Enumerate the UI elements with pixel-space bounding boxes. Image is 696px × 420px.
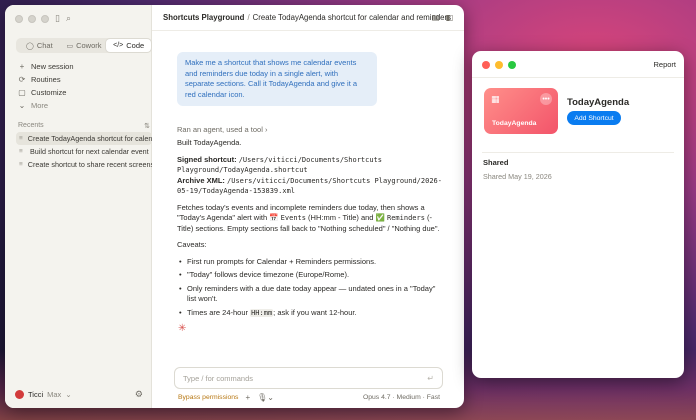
- chevron-down-icon: ⌄: [65, 390, 72, 399]
- mode-code[interactable]: </> Code: [106, 39, 152, 52]
- shortcut-window: Report ▦ ••• TodayAgenda TodayAgenda Add…: [472, 51, 684, 378]
- session-icon: ≡: [19, 161, 23, 168]
- code-icon: </>: [113, 42, 124, 49]
- tool-summary[interactable]: Ran an agent, used a tool ›: [177, 125, 268, 134]
- zoom-window-button[interactable]: [508, 61, 516, 69]
- calendar-icon: ▦: [491, 94, 500, 104]
- send-icon[interactable]: ↵: [427, 374, 434, 383]
- close-window-button[interactable]: [482, 61, 490, 69]
- divider: [482, 152, 674, 153]
- document-icon[interactable]: ▤: [432, 13, 440, 22]
- cowork-icon: ▭: [66, 42, 74, 50]
- shared-date: Shared May 19, 2026: [483, 172, 552, 181]
- breadcrumb-separator: /: [247, 13, 250, 22]
- description: Fetches today's events and incomplete re…: [177, 202, 440, 233]
- titlebar: Shortcuts Playground / Create TodayAgend…: [152, 5, 464, 31]
- divider: [472, 77, 684, 78]
- chevron-down-icon: ⌄: [18, 101, 26, 110]
- composer-input[interactable]: Type / for commands ↵: [174, 367, 443, 389]
- new-session-button[interactable]: + New session: [16, 60, 146, 73]
- sidebar-toggle-icon[interactable]: ▯: [55, 13, 60, 24]
- model-selector[interactable]: Opus 4.7 · Medium · Fast: [363, 394, 440, 401]
- minimize-window-button[interactable]: [495, 61, 503, 69]
- list-item: Only reminders with a due date today app…: [177, 284, 445, 305]
- add-shortcut-button[interactable]: Add Shortcut: [567, 111, 621, 125]
- caveats-label: Caveats:: [177, 240, 207, 249]
- calendar-emoji-icon: 📅: [269, 213, 279, 222]
- main-window: ▯ ⌕ ◯ Chat ▭ Cowork </> Code + New sessi…: [5, 5, 464, 408]
- minimize-window-button[interactable]: [28, 15, 36, 23]
- recent-session[interactable]: ≡ Create shortcut to share recent screen…: [16, 158, 152, 171]
- sidebar-footer: Ticci Max ⌄ ⚙: [15, 389, 143, 400]
- microphone-icon[interactable]: 🎙︎⌄: [257, 393, 274, 402]
- chat-content: Shortcuts Playground / Create TodayAgend…: [152, 5, 464, 408]
- customize-icon: ▢: [18, 88, 26, 97]
- caveats-list: First run prompts for Calendar + Reminde…: [177, 257, 445, 319]
- sidebar: ▯ ⌕ ◯ Chat ▭ Cowork </> Code + New sessi…: [5, 5, 152, 408]
- avatar: [15, 390, 24, 399]
- assistant-response: Built TodayAgenda. Signed shortcut: /Use…: [177, 138, 445, 324]
- panel-icon[interactable]: ◧: [445, 13, 453, 22]
- routines-icon: ⟳: [18, 75, 26, 84]
- chat-bubble-icon: ◯: [25, 42, 34, 50]
- customize-button[interactable]: ▢ Customize: [16, 86, 146, 99]
- built-line: Built TodayAgenda.: [177, 138, 242, 147]
- plus-icon[interactable]: +: [245, 393, 250, 402]
- recent-session[interactable]: ≡ Build shortcut for next calendar event: [16, 145, 152, 158]
- composer-toolbar: Bypass permissions + 🎙︎⌄ Opus 4.7 · Medi…: [178, 393, 440, 402]
- search-icon[interactable]: ⌕: [66, 13, 71, 24]
- recents-header: Recents ⇅: [18, 122, 150, 130]
- zoom-window-button[interactable]: [41, 15, 49, 23]
- close-window-button[interactable]: [15, 15, 23, 23]
- paths-block: Signed shortcut: /Users/viticci/Document…: [177, 154, 442, 196]
- titlebar-icons: ▤ ◧: [432, 13, 453, 22]
- session-icon: ≡: [19, 148, 23, 155]
- list-item: Times are 24-hour HH:mm; ask if you want…: [177, 308, 445, 319]
- sidebar-nav: + New session ⟳ Routines ▢ Customize ⌄ M…: [16, 60, 146, 112]
- breadcrumb-session: Create TodayAgenda shortcut for calendar…: [252, 13, 451, 22]
- user-message: Make me a shortcut that shows me calenda…: [177, 52, 377, 106]
- mode-switcher: ◯ Chat ▭ Cowork </> Code: [16, 38, 152, 53]
- report-button[interactable]: Report: [653, 60, 676, 69]
- shortcut-name: TodayAgenda: [567, 97, 630, 108]
- filter-icon[interactable]: ⇅: [144, 122, 150, 130]
- sidebar-top-icons: ▯ ⌕: [55, 13, 71, 24]
- window-controls: [482, 61, 516, 69]
- claude-spark-icon: ✳: [178, 323, 187, 334]
- checkmark-emoji-icon: ✅: [375, 213, 385, 222]
- shortcut-tile[interactable]: ▦ ••• TodayAgenda: [484, 88, 558, 134]
- recent-session[interactable]: ≡ Create TodayAgenda shortcut for calend…: [16, 132, 152, 145]
- window-controls: [15, 15, 49, 23]
- user-plan: Max: [47, 390, 62, 399]
- recents-list: ≡ Create TodayAgenda shortcut for calend…: [16, 132, 152, 171]
- list-item: "Today" follows device timezone (Europe/…: [177, 270, 445, 281]
- breadcrumb-project[interactable]: Shortcuts Playground: [163, 13, 244, 22]
- mode-cowork[interactable]: ▭ Cowork: [62, 39, 107, 52]
- list-item: First run prompts for Calendar + Reminde…: [177, 257, 445, 268]
- routines-button[interactable]: ⟳ Routines: [16, 73, 146, 86]
- more-button[interactable]: ⌄ More: [16, 99, 146, 112]
- composer-toolbar-left: Bypass permissions + 🎙︎⌄: [178, 393, 274, 402]
- settings-icon[interactable]: ⚙: [135, 389, 143, 400]
- more-options-icon[interactable]: •••: [540, 93, 552, 105]
- chevron-right-icon: ›: [265, 125, 268, 134]
- bypass-permissions-toggle[interactable]: Bypass permissions: [178, 394, 238, 401]
- account-menu[interactable]: Ticci Max ⌄: [15, 390, 72, 399]
- mode-chat[interactable]: ◯ Chat: [17, 39, 62, 52]
- shared-heading: Shared: [483, 158, 509, 167]
- session-icon: ≡: [19, 135, 23, 142]
- plus-icon: +: [19, 62, 25, 71]
